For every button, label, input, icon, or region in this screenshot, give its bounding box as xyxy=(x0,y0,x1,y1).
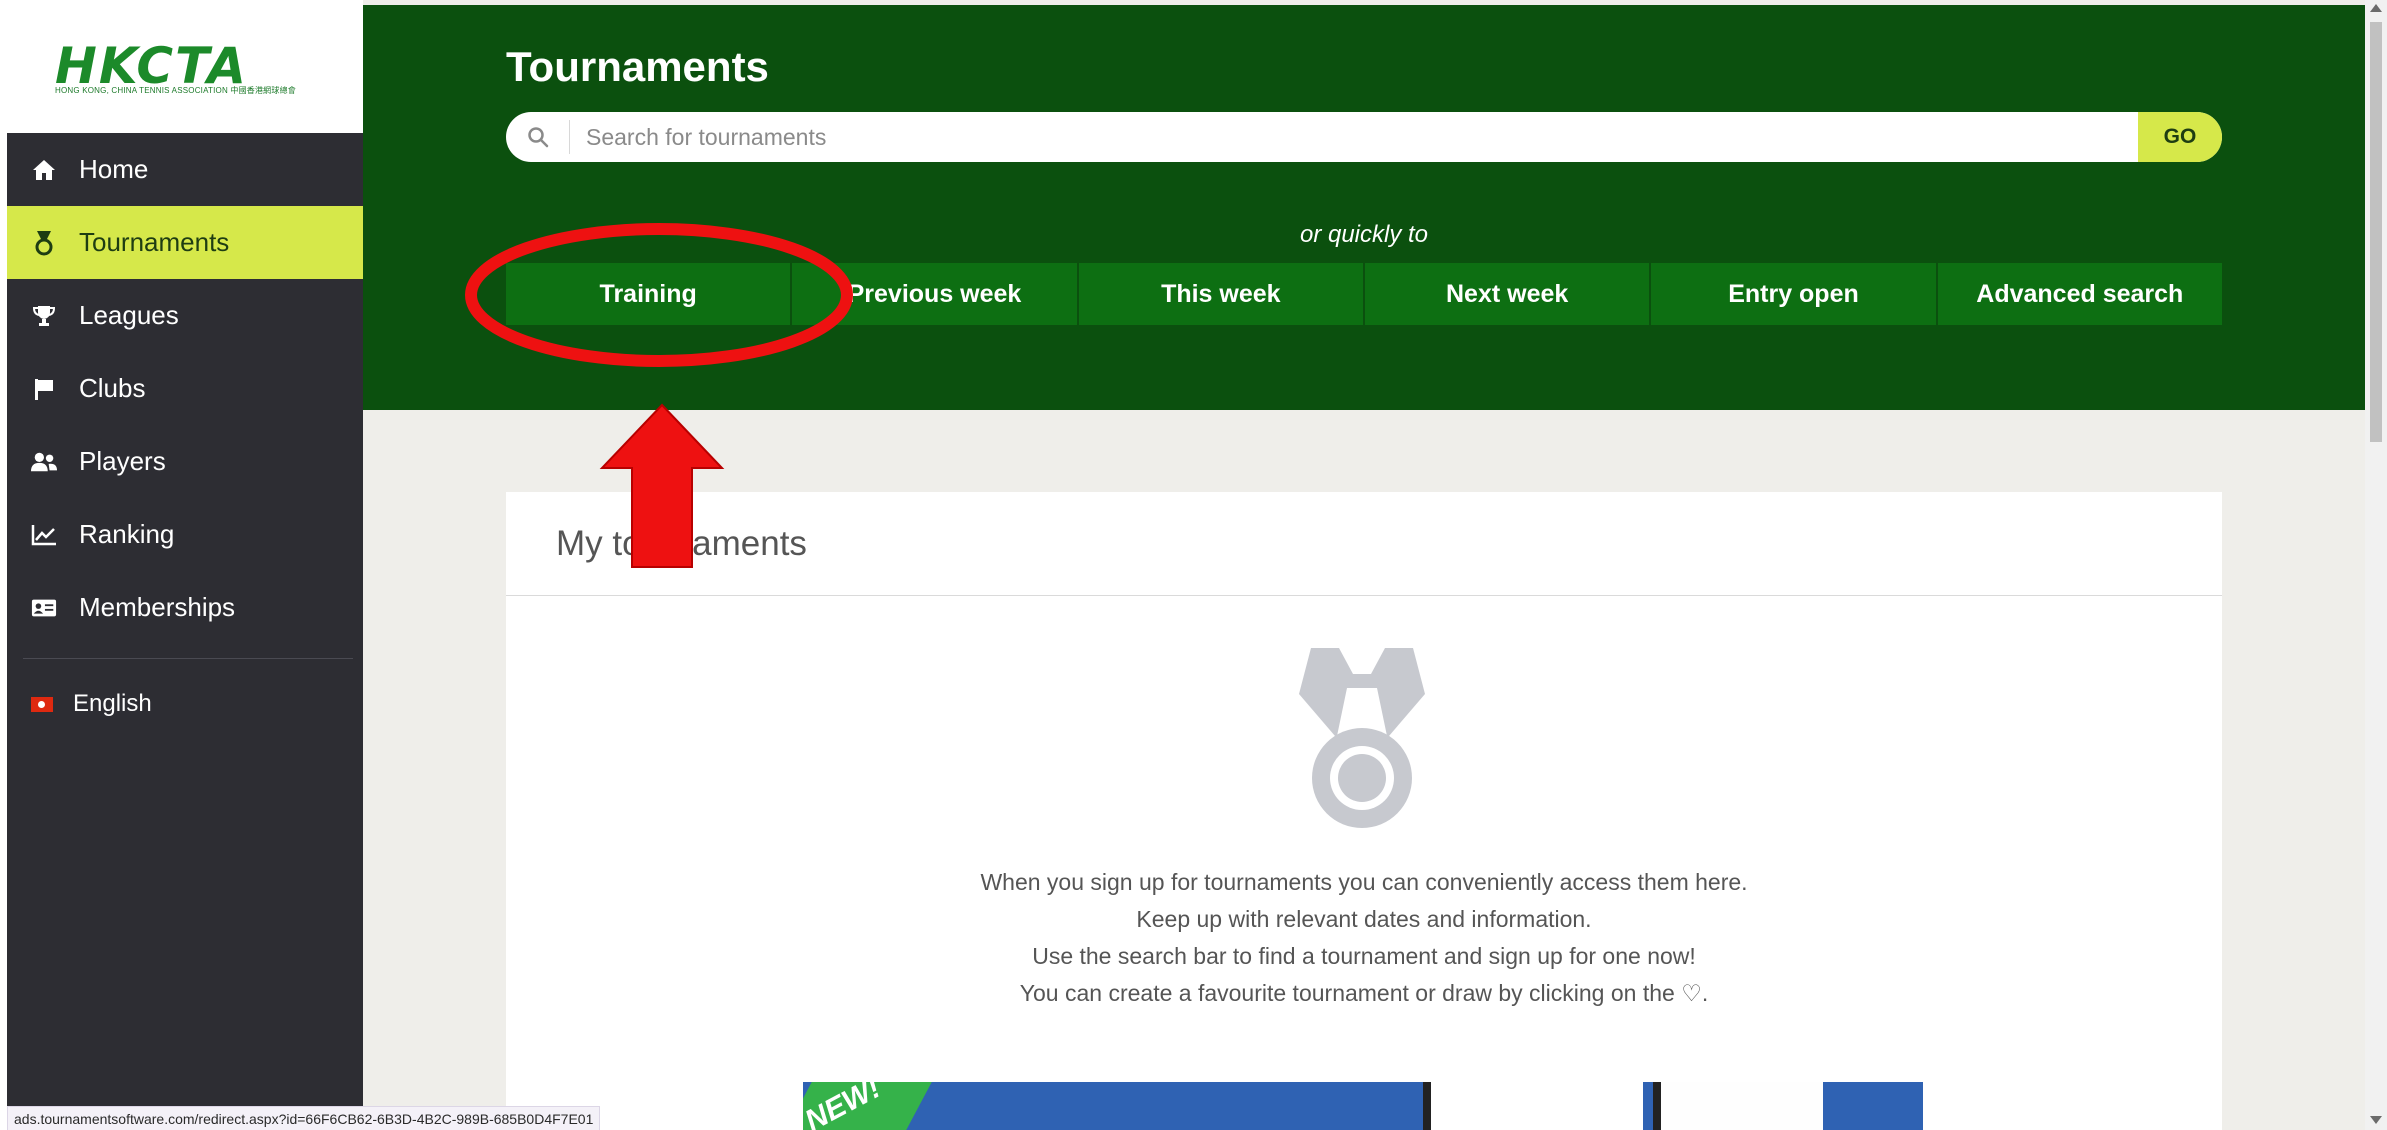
sidebar-item-ranking[interactable]: Ranking xyxy=(7,498,363,571)
app-promo-banner[interactable]: NEW! xyxy=(803,1082,1923,1130)
sidebar-item-label: Ranking xyxy=(79,519,175,549)
quick-link-entry-open[interactable]: Entry open xyxy=(1651,263,1936,325)
sidebar-item-label: Leagues xyxy=(79,300,179,330)
card-info: When you sign up for tournaments you can… xyxy=(506,864,2222,1012)
sidebar-item-label: Clubs xyxy=(79,373,146,403)
info-line: You can create a favourite tournament or… xyxy=(1019,980,1709,1006)
sidebar-item-leagues[interactable]: Leagues xyxy=(7,279,363,352)
logo-text: HKCTA xyxy=(55,37,249,95)
trophy-icon xyxy=(31,303,57,329)
quick-links: Training Previous week This week Next we… xyxy=(506,263,2222,325)
language-selector[interactable]: English xyxy=(31,690,152,718)
info-line: Keep up with relevant dates and informat… xyxy=(1136,906,1592,932)
card-title: My tournaments xyxy=(506,492,2222,596)
sidebar-item-label: Memberships xyxy=(79,592,236,622)
users-icon xyxy=(31,449,57,475)
search-input[interactable] xyxy=(570,114,2138,160)
scrollbar-thumb[interactable] xyxy=(2370,22,2382,442)
scroll-down-arrow-icon[interactable] xyxy=(2370,1116,2382,1124)
quick-link-this-week[interactable]: This week xyxy=(1078,263,1363,325)
sidebar-item-label: Tournaments xyxy=(79,227,230,257)
id-card-icon xyxy=(31,595,57,621)
phone-screenshot-image xyxy=(1653,1082,1823,1130)
page-title: Tournaments xyxy=(506,43,769,90)
search-icon xyxy=(506,120,570,154)
browser-status-bar: ads.tournamentsoftware.com/redirect.aspx… xyxy=(7,1106,601,1130)
medal-icon xyxy=(1297,648,1427,830)
scroll-up-arrow-icon[interactable] xyxy=(2370,4,2382,12)
search-bar: GO xyxy=(506,112,2222,162)
info-line: Use the search bar to find a tournament … xyxy=(1032,943,1696,969)
search-go-button[interactable]: GO xyxy=(2138,112,2222,162)
chart-line-icon xyxy=(31,522,57,548)
sidebar: HKCTA HONG KONG, CHINA TENNIS ASSOCIATIO… xyxy=(7,5,363,1130)
vertical-scrollbar[interactable] xyxy=(2365,0,2387,1130)
sidebar-item-label: Players xyxy=(79,446,166,476)
home-icon xyxy=(31,157,57,183)
quick-link-next-week[interactable]: Next week xyxy=(1364,263,1650,325)
hong-kong-flag-icon xyxy=(31,696,53,712)
quick-links-label: or quickly to xyxy=(1299,221,1429,248)
logo-subtitle: HONG KONG, CHINA TENNIS ASSOCIATION 中國香港… xyxy=(55,86,296,95)
main-content: Tournaments GO or quickly to Training Pr… xyxy=(363,0,2365,1130)
sidebar-item-memberships[interactable]: Memberships xyxy=(7,571,363,644)
sidebar-nav: Home Tournaments Leagues Clubs Players R… xyxy=(7,133,363,644)
page: HKCTA HONG KONG, CHINA TENNIS ASSOCIATIO… xyxy=(0,0,2387,1130)
flag-icon xyxy=(31,376,57,402)
sidebar-item-clubs[interactable]: Clubs xyxy=(7,352,363,425)
language-label: English xyxy=(73,690,152,717)
sidebar-item-label: Home xyxy=(79,154,149,184)
sidebar-divider xyxy=(23,658,353,659)
info-line: When you sign up for tournaments you can… xyxy=(980,869,1748,895)
sidebar-item-home[interactable]: Home xyxy=(7,133,363,206)
quick-link-previous-week[interactable]: Previous week xyxy=(792,263,1077,325)
phone-screenshot-image xyxy=(1423,1082,1643,1130)
medal-icon xyxy=(31,230,57,256)
quick-link-training[interactable]: Training xyxy=(506,263,791,325)
sidebar-item-tournaments[interactable]: Tournaments xyxy=(7,206,363,279)
hero-header: Tournaments GO or quickly to Training Pr… xyxy=(363,5,2365,410)
quick-link-advanced-search[interactable]: Advanced search xyxy=(1937,263,2222,325)
sidebar-item-players[interactable]: Players xyxy=(7,425,363,498)
logo[interactable]: HKCTA HONG KONG, CHINA TENNIS ASSOCIATIO… xyxy=(7,5,363,133)
my-tournaments-card: My tournaments When you sign up for tour… xyxy=(506,492,2222,1130)
